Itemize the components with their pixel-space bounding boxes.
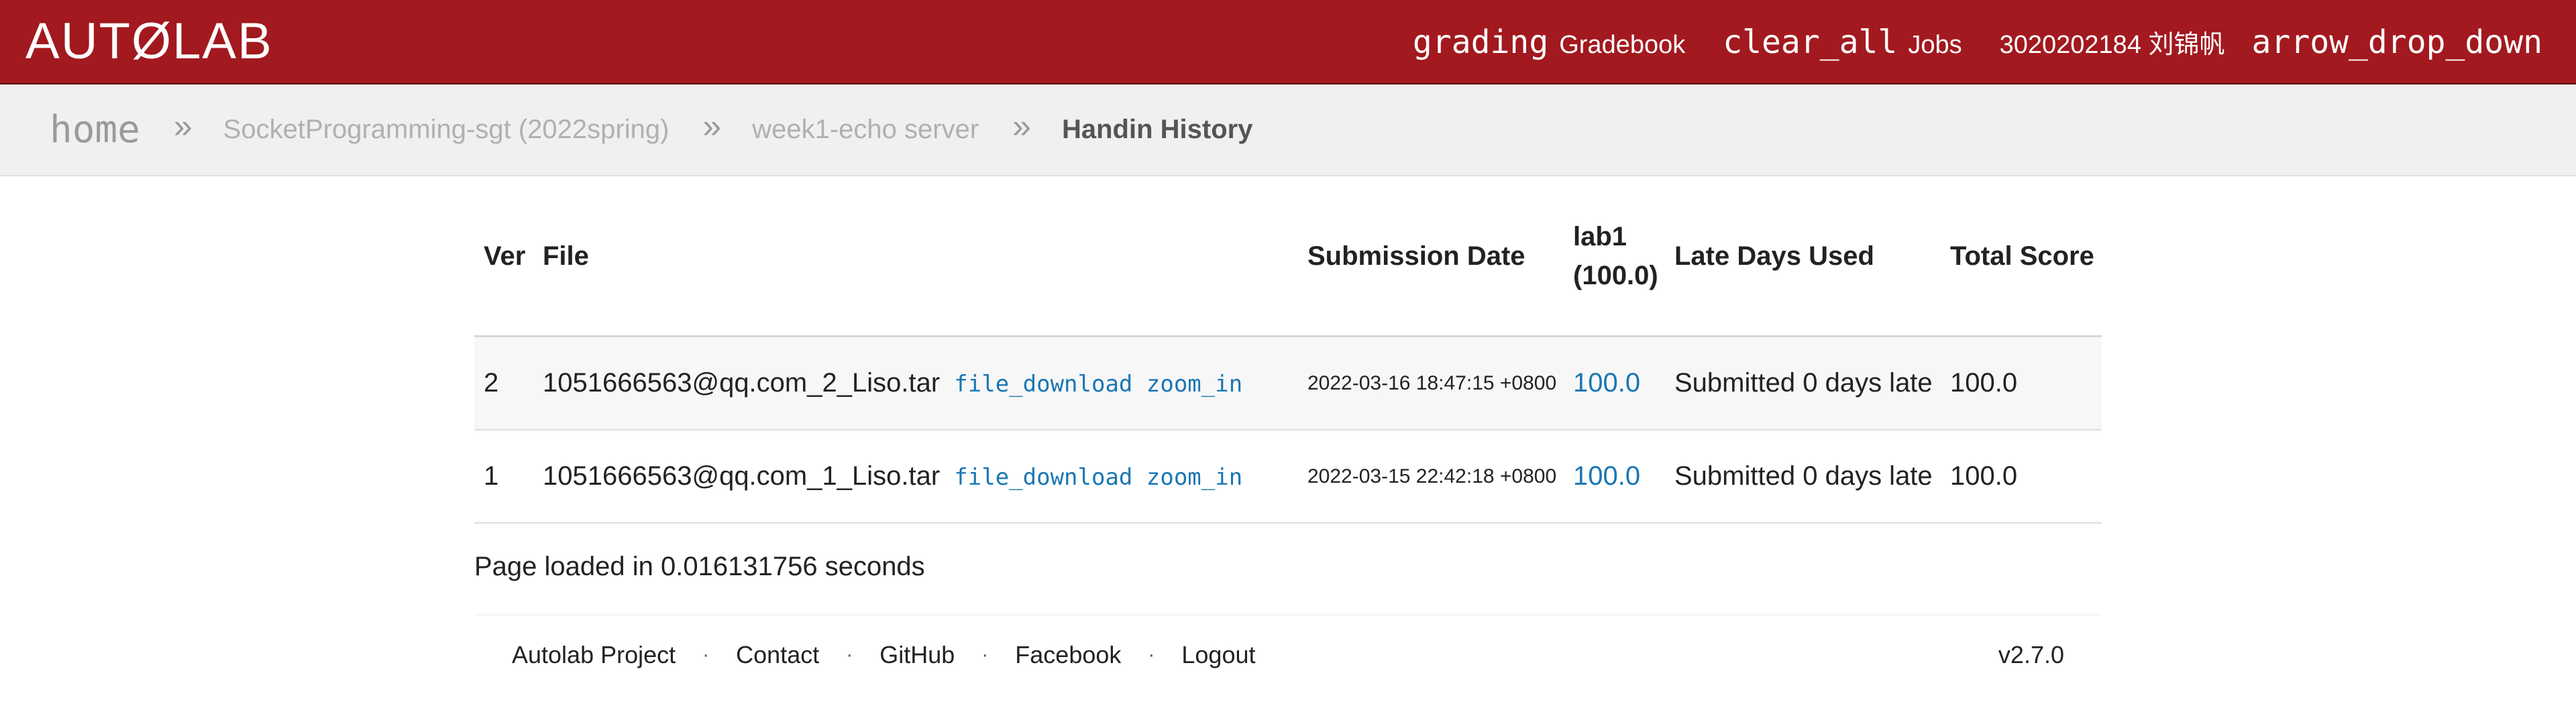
cell-date: 2022-03-16 18:47:15 +0800: [1298, 336, 1564, 430]
file-actions: file_download zoom_in: [954, 371, 1242, 398]
breadcrumb-separator: »: [702, 107, 722, 145]
cell-late: Submitted 0 days late: [1665, 430, 1941, 524]
table-header-row: Ver File Submission Date lab1 (100.0) La…: [474, 176, 2102, 337]
cell-lab1: 100.0: [1564, 430, 1665, 524]
cell-date: 2022-03-15 22:42:18 +0800: [1298, 430, 1564, 524]
navbar-right: grading Gradebook clear_all Jobs 3020202…: [1375, 0, 2542, 84]
autolab-logo[interactable]: AUTØLAB: [25, 16, 273, 67]
cell-total: 100.0: [1941, 336, 2102, 430]
footer-link-facebook[interactable]: Facebook: [1015, 641, 1121, 669]
cell-file: 1051666563@qq.com_1_Liso.tar file_downlo…: [533, 430, 1298, 524]
handin-history-content: Ver File Submission Date lab1 (100.0) La…: [474, 176, 2102, 524]
header-lab1-max: (100.0): [1573, 260, 1658, 290]
gradebook-link[interactable]: grading Gradebook: [1413, 23, 1685, 61]
user-menu[interactable]: 3020202184 刘锦帆 arrow_drop_down: [2000, 23, 2542, 61]
table-row: 2 1051666563@qq.com_2_Liso.tar file_down…: [474, 336, 2102, 430]
breadcrumb-separator: »: [173, 107, 193, 145]
grading-icon: grading: [1412, 23, 1549, 61]
clear-all-icon: clear_all: [1723, 23, 1898, 61]
page-load-time: Page loaded in 0.016131756 seconds: [474, 552, 925, 581]
breadcrumb-separator: »: [1012, 107, 1031, 145]
lab1-score-link[interactable]: 100.0: [1573, 461, 1640, 491]
cell-file: 1051666563@qq.com_2_Liso.tar file_downlo…: [533, 336, 1298, 430]
breadcrumb: home » SocketProgramming-sgt (2022spring…: [0, 84, 2576, 176]
footer-separator: ·: [1148, 644, 1155, 666]
top-navbar: AUTØLAB grading Gradebook clear_all Jobs…: [0, 0, 2576, 84]
footer-separator: ·: [846, 644, 853, 666]
handin-history-table: Ver File Submission Date lab1 (100.0) La…: [474, 176, 2102, 524]
file-download-icon[interactable]: file_download: [954, 464, 1132, 491]
header-lab1-name: lab1: [1573, 221, 1627, 251]
breadcrumb-course[interactable]: SocketProgramming-sgt (2022spring): [223, 115, 669, 145]
file-download-icon[interactable]: file_download: [954, 371, 1132, 398]
cell-total: 100.0: [1941, 430, 2102, 524]
breadcrumb-assignment[interactable]: week1-echo server: [752, 115, 979, 145]
cell-ver: 2: [474, 336, 533, 430]
jobs-link[interactable]: clear_all Jobs: [1723, 23, 1962, 61]
header-total-score: Total Score: [1941, 176, 2102, 337]
version-label: v2.7.0: [1998, 641, 2064, 668]
breadcrumb-current: Handin History: [1061, 115, 1253, 144]
header-lab1: lab1 (100.0): [1564, 176, 1665, 337]
user-name: 3020202184 刘锦帆: [1999, 31, 2225, 59]
footer-separator: ·: [702, 644, 710, 666]
table-row: 1 1051666563@qq.com_1_Liso.tar file_down…: [474, 430, 2102, 524]
home-icon[interactable]: home: [50, 108, 140, 152]
footer-link-contact[interactable]: Contact: [736, 641, 819, 669]
gradebook-label: Gradebook: [1559, 31, 1686, 59]
zoom-in-icon[interactable]: zoom_in: [1146, 464, 1242, 491]
cell-lab1: 100.0: [1564, 336, 1665, 430]
file-name: 1051666563@qq.com_1_Liso.tar: [543, 461, 941, 491]
footer-separator: ·: [981, 644, 989, 666]
header-submission-date: Submission Date: [1298, 176, 1564, 337]
footer: Autolab Project · Contact · GitHub · Fac…: [474, 614, 2102, 695]
lab1-score-link[interactable]: 100.0: [1573, 368, 1640, 398]
cell-ver: 1: [474, 430, 533, 524]
cell-late: Submitted 0 days late: [1665, 336, 1941, 430]
arrow-drop-down-icon[interactable]: arrow_drop_down: [2252, 23, 2542, 61]
footer-links: Autolab Project · Contact · GitHub · Fac…: [474, 641, 1256, 669]
footer-link-github[interactable]: GitHub: [879, 641, 955, 669]
footer-link-autolab-project[interactable]: Autolab Project: [512, 641, 676, 669]
header-ver: Ver: [474, 176, 533, 337]
file-actions: file_download zoom_in: [954, 464, 1242, 491]
footer-link-logout[interactable]: Logout: [1181, 641, 1255, 669]
jobs-label: Jobs: [1908, 31, 1962, 59]
zoom-in-icon[interactable]: zoom_in: [1146, 371, 1242, 398]
file-name: 1051666563@qq.com_2_Liso.tar: [543, 368, 941, 398]
header-late-days: Late Days Used: [1665, 176, 1941, 337]
header-file: File: [533, 176, 1298, 337]
